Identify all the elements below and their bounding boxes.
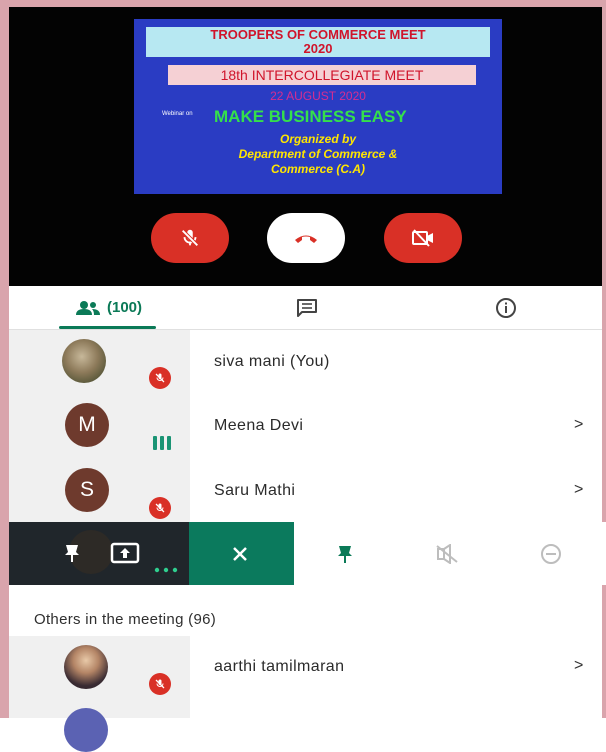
chevron-right-icon[interactable]: >	[574, 481, 583, 499]
people-icon	[75, 300, 100, 315]
banner-title-year: 2020	[303, 41, 333, 56]
avatar	[62, 339, 106, 383]
muted-badge	[149, 497, 171, 519]
participant-name: siva mani (You)	[214, 353, 330, 370]
tab-chat[interactable]	[284, 286, 330, 329]
hang-up-icon	[295, 235, 317, 243]
hang-up-button[interactable]	[267, 213, 345, 263]
banner-org-line1: Organized by	[279, 132, 356, 146]
pin-icon	[65, 545, 79, 562]
banner-date: 22 AUGUST 2020	[270, 89, 366, 103]
participant-name: Meena Devi	[214, 417, 304, 434]
avatar: M	[65, 403, 109, 447]
mute-participant-button[interactable]	[432, 541, 462, 567]
action-bar-options	[294, 522, 606, 585]
close-button[interactable]	[227, 542, 253, 566]
participant-name: Saru Mathi	[214, 482, 296, 499]
participant-name: aarthi tamilmaran	[214, 658, 345, 675]
muted-badge	[149, 673, 171, 695]
banner-webinar-label: Webinar on	[162, 111, 193, 117]
tab-people[interactable]: (100)	[51, 286, 166, 329]
action-bar-dark-section	[9, 522, 189, 585]
more-icon	[154, 567, 178, 573]
chevron-right-icon[interactable]: >	[574, 657, 583, 675]
speaking-indicator	[153, 436, 171, 450]
present-button[interactable]	[104, 539, 146, 567]
mic-off-icon	[155, 679, 165, 689]
participant-row[interactable]: S Saru Mathi >	[9, 458, 606, 522]
frame-left	[0, 0, 9, 718]
banner-subtitle-text: 18th INTERCOLLEGIATE MEET	[220, 67, 424, 83]
mic-off-icon	[155, 373, 165, 383]
participant-row[interactable]: aarthi tamilmaran >	[9, 636, 606, 718]
close-actions-button[interactable]	[189, 522, 294, 585]
remove-participant-button[interactable]	[538, 541, 564, 567]
banner-subtitle: 18th INTERCOLLEGIATE MEET	[168, 65, 476, 85]
muted-badge	[149, 367, 171, 389]
banner-title-line1: TROOPERS OF COMMERCE MEET	[210, 27, 426, 42]
more-button[interactable]	[153, 566, 179, 574]
frame-top	[0, 0, 606, 7]
pin-participant-button[interactable]	[332, 541, 358, 567]
participant-action-bar	[9, 522, 606, 585]
pin-button[interactable]	[57, 540, 87, 566]
info-icon	[496, 297, 516, 318]
banner-org-line2: Department of Commerce &	[238, 147, 398, 161]
present-icon	[110, 542, 140, 564]
chevron-right-icon[interactable]: >	[574, 416, 583, 434]
people-count: (100)	[106, 299, 143, 316]
mic-off-icon	[181, 229, 199, 247]
video-area[interactable]: TROOPERS OF COMMERCE MEET 2020 18th INTE…	[9, 7, 602, 286]
banner-topic: MAKE BUSINESS EASY	[214, 107, 407, 126]
banner-org-line3: Commerce (C.A)	[270, 162, 366, 176]
close-icon	[233, 547, 247, 561]
camera-off-icon	[412, 229, 433, 247]
avatar	[64, 645, 108, 689]
banner-organizer: Organized by Department of Commerce & Co…	[134, 132, 502, 177]
mic-toggle-button[interactable]	[151, 213, 229, 263]
camera-toggle-button[interactable]	[384, 213, 462, 263]
chat-icon	[297, 298, 317, 317]
others-heading: Others in the meeting (96)	[34, 611, 217, 628]
avatar: S	[65, 468, 109, 512]
avatar	[64, 708, 108, 752]
tab-info[interactable]	[483, 286, 529, 329]
banner-title: TROOPERS OF COMMERCE MEET 2020	[146, 27, 490, 57]
remove-icon	[541, 544, 561, 564]
active-tab-indicator	[59, 326, 156, 329]
panel-tabs: (100)	[9, 286, 602, 330]
presentation-banner: TROOPERS OF COMMERCE MEET 2020 18th INTE…	[134, 19, 502, 194]
mute-icon	[436, 544, 458, 564]
participant-row[interactable]: siva mani (You)	[9, 330, 606, 394]
pin-icon	[338, 546, 352, 563]
participant-row[interactable]: M Meena Devi >	[9, 394, 606, 458]
mic-off-icon	[155, 503, 165, 513]
